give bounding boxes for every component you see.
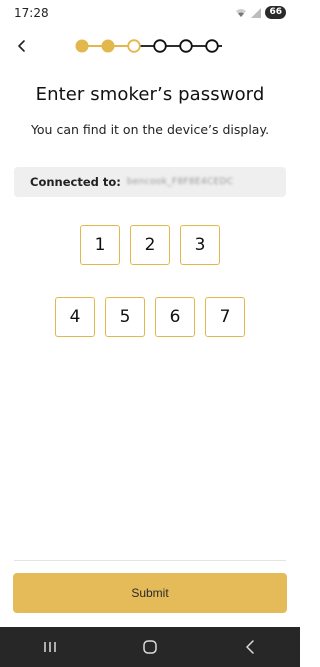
signal-icon — [251, 7, 262, 18]
status-icons: 66 — [235, 6, 286, 19]
pin-cell-2[interactable]: 2 — [130, 225, 170, 265]
wifi-icon — [236, 8, 247, 17]
page-title: Enter smoker’s password — [35, 84, 265, 105]
system-nav-bar — [0, 627, 300, 667]
status-bar: 17:28 66 — [0, 0, 300, 28]
progress-stepper — [75, 39, 222, 53]
recent-apps-icon — [44, 642, 56, 652]
pin-cell-1[interactable]: 1 — [80, 225, 120, 265]
page-subtitle: You can find it on the device’s display. — [30, 122, 270, 137]
step-3-current — [127, 39, 141, 53]
connected-label: Connected to: — [30, 175, 121, 189]
back-button[interactable] — [10, 34, 34, 58]
step-1-completed — [75, 39, 89, 53]
connected-device-name: bencook_F8F8E4CEDC — [126, 177, 234, 187]
battery-icon: 66 — [265, 6, 286, 19]
pin-cell-5[interactable]: 5 — [105, 297, 145, 337]
recent-apps-button[interactable] — [30, 627, 70, 667]
divider — [14, 560, 286, 561]
home-icon — [143, 640, 157, 654]
step-6 — [205, 39, 219, 53]
pin-row-2: 4 5 6 7 — [0, 297, 300, 337]
pin-cell-6[interactable]: 6 — [155, 297, 195, 337]
nav-back-button[interactable] — [230, 627, 270, 667]
step-2-completed — [101, 39, 115, 53]
status-time: 17:28 — [14, 6, 49, 20]
back-icon — [246, 640, 254, 654]
pin-row-1: 1 2 3 — [0, 225, 300, 265]
home-button[interactable] — [130, 627, 170, 667]
pin-cell-4[interactable]: 4 — [55, 297, 95, 337]
connected-device-box: Connected to: bencook_F8F8E4CEDC — [14, 167, 286, 197]
battery-level: 66 — [269, 7, 282, 17]
pin-cell-7[interactable]: 7 — [205, 297, 245, 337]
pin-cell-3[interactable]: 3 — [180, 225, 220, 265]
step-5 — [179, 39, 193, 53]
chevron-left-icon — [18, 40, 25, 52]
submit-button[interactable]: Submit — [13, 573, 287, 613]
step-4 — [153, 39, 167, 53]
